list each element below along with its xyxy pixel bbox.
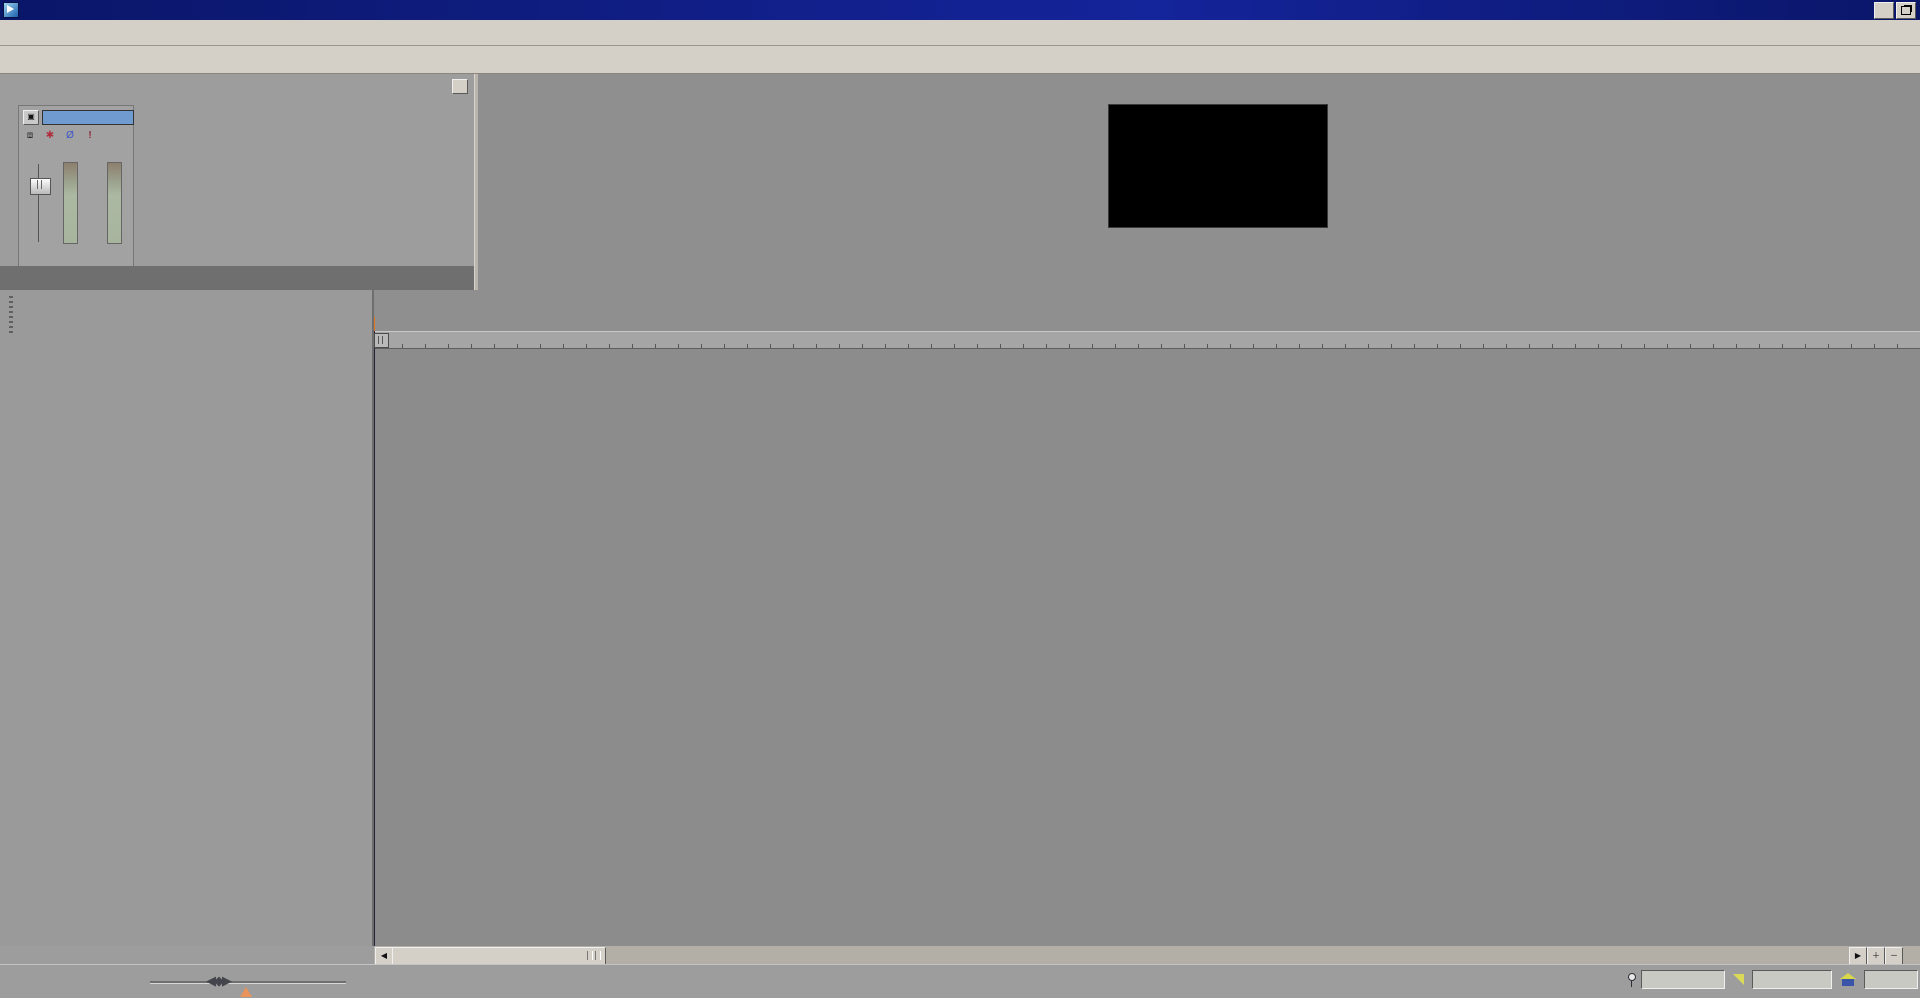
title-bar	[0, 0, 1920, 20]
cursor-position-box[interactable]	[1641, 970, 1725, 989]
menu-bar	[0, 20, 1920, 46]
video-frame	[1108, 104, 1328, 228]
marker-bar[interactable]	[374, 290, 1920, 332]
downmix-output-icon[interactable]: ▣	[23, 110, 39, 125]
video-preview-toolbar	[478, 76, 1920, 100]
status-bar-right	[1627, 970, 1920, 989]
master-meter-right	[107, 162, 122, 244]
selection-length-box[interactable]	[1752, 970, 1832, 989]
scroll-left-button[interactable]: ◀	[375, 947, 393, 965]
timeline[interactable]	[374, 290, 1920, 946]
master-meter-left	[63, 162, 78, 244]
bottom-bar: ◀◆▶	[0, 964, 1920, 998]
main-toolbar	[0, 46, 1920, 74]
loop-region-icon	[1840, 973, 1856, 986]
window-menu-icon[interactable]	[452, 79, 468, 94]
selection-length-icon	[1733, 974, 1744, 985]
restore-button[interactable]	[1896, 2, 1916, 19]
window-dock-area: ▣ ⧈ ✱ Ø !	[0, 74, 1920, 290]
track-list	[0, 290, 374, 946]
zoom-in-button[interactable]: ＋	[1867, 947, 1885, 965]
playhead-handle[interactable]	[374, 333, 389, 348]
vegas-pro-window: ▣ ⧈ ✱ Ø !	[0, 0, 1920, 998]
mute-icon[interactable]: Ø	[63, 129, 77, 142]
drag-grip[interactable]	[9, 296, 13, 334]
master-fader-handle[interactable]	[30, 178, 51, 195]
insert-fx-icon[interactable]: ⧈	[23, 129, 37, 142]
scrollbar-thumb[interactable]	[392, 947, 606, 965]
video-preview-panel	[478, 74, 1920, 290]
rate-marker-icon	[240, 987, 252, 997]
playhead[interactable]	[374, 331, 375, 946]
bus-name-field[interactable]	[42, 110, 134, 125]
scroll-right-button[interactable]: ▶	[1849, 947, 1867, 965]
cursor-position-icon	[1627, 973, 1636, 987]
minimize-button[interactable]	[1874, 2, 1894, 19]
master-fader-track	[38, 164, 39, 242]
time-ruler[interactable]	[374, 331, 1920, 349]
dock-tab-bar	[0, 266, 474, 290]
automation-settings-icon[interactable]: ✱	[43, 129, 57, 142]
rate-slider[interactable]	[150, 981, 346, 984]
app-icon	[3, 2, 19, 18]
master-bus-panel: ▣ ⧈ ✱ Ø !	[0, 74, 474, 290]
rate-slider-handle[interactable]: ◀◆▶	[206, 973, 230, 989]
meter-scale	[77, 162, 106, 242]
loop-region-box[interactable]	[1864, 970, 1918, 989]
zoom-out-button[interactable]: －	[1885, 947, 1903, 965]
solo-icon[interactable]: !	[83, 129, 97, 142]
horizontal-scrollbar[interactable]: ◀ ▶ ＋ －	[374, 946, 1920, 964]
master-bus-strip: ▣ ⧈ ✱ Ø !	[18, 105, 134, 267]
